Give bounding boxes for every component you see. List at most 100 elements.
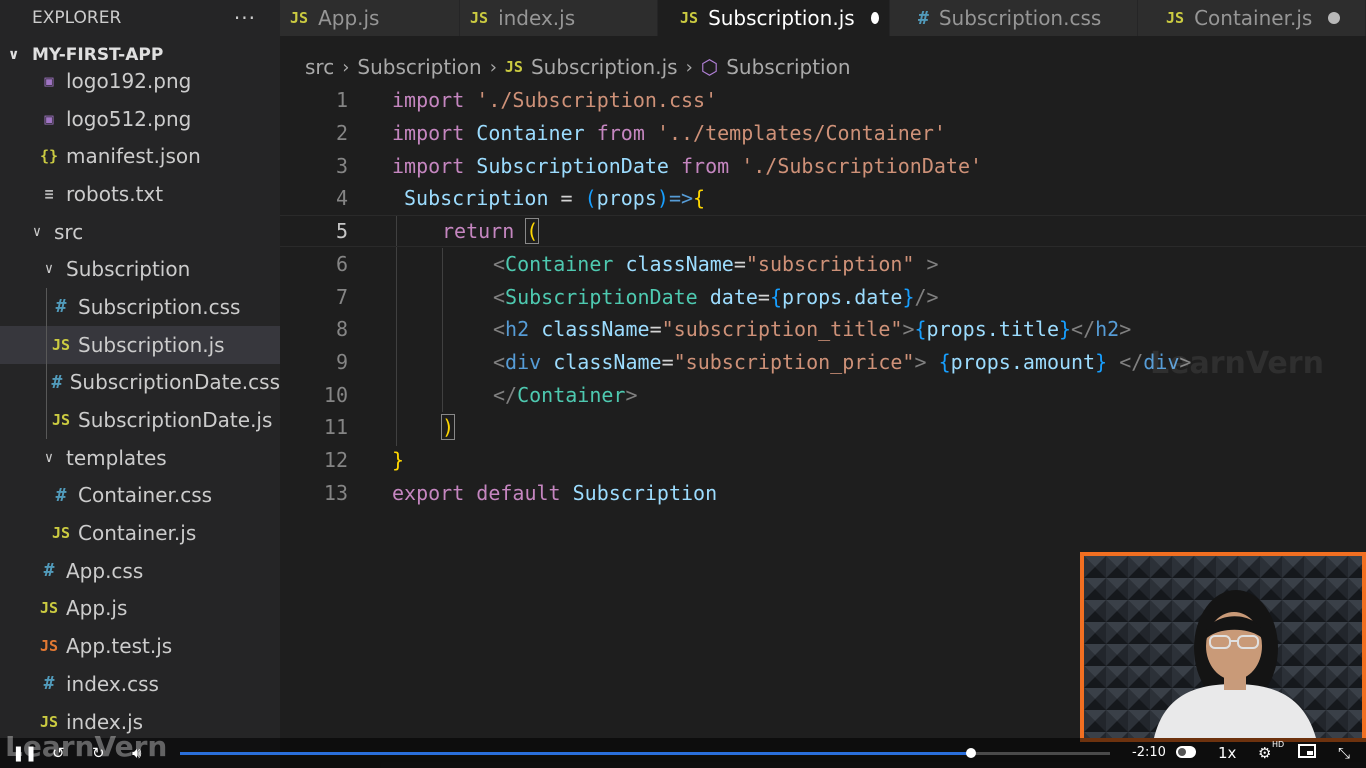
tree-item-manifest[interactable]: {} manifest.json bbox=[0, 137, 280, 175]
tree-item-container-css[interactable]: # Container.css bbox=[0, 477, 280, 515]
keyword-token: from bbox=[596, 121, 645, 146]
explorer-title: EXPLORER bbox=[32, 8, 122, 28]
attr-token: className bbox=[625, 251, 734, 276]
keyword-token: return bbox=[442, 219, 515, 244]
breadcrumb-src[interactable]: src bbox=[305, 55, 334, 79]
brace-token: { bbox=[693, 186, 706, 211]
arrow-token: => bbox=[668, 186, 694, 211]
tree-item-subscription-css[interactable]: # Subscription.css bbox=[0, 288, 280, 326]
tree-item-container-js[interactable]: JS Container.js bbox=[0, 514, 280, 552]
breadcrumb-symbol[interactable]: Subscription bbox=[726, 55, 850, 79]
tree-item-label: Container.js bbox=[78, 521, 197, 546]
code-line-13: 13 export default Subscription bbox=[280, 476, 1366, 509]
file-tree: ▣ logo192.png ▣ logo512.png {} manifest.… bbox=[0, 62, 280, 740]
angle-token: > bbox=[926, 251, 939, 276]
tree-item-subscriptiondate-js[interactable]: JS SubscriptionDate.js bbox=[0, 401, 280, 439]
js-icon: JS bbox=[680, 9, 699, 27]
string-token: "subscription" bbox=[745, 251, 915, 276]
tag-token: SubscriptionDate bbox=[505, 284, 698, 309]
tree-item-subscriptiondate-css[interactable]: # SubscriptionDate.css bbox=[0, 363, 280, 402]
line-number: 4 bbox=[335, 186, 348, 211]
tree-item-index-css[interactable]: # index.css bbox=[0, 665, 280, 703]
text-file-icon: ≡ bbox=[44, 184, 54, 203]
code-editor[interactable]: 1 import './Subscription.css' 2 import C… bbox=[280, 84, 1366, 524]
tree-item-logo512[interactable]: ▣ logo512.png bbox=[0, 100, 280, 138]
tree-item-robots[interactable]: ≡ robots.txt bbox=[0, 175, 280, 213]
chevron-down-icon: ∨ bbox=[32, 223, 42, 240]
tab-subscription-js[interactable]: JS Subscription.js bbox=[658, 0, 890, 36]
expression-token: props.amount bbox=[950, 349, 1096, 374]
tree-folder-src[interactable]: ∨ src bbox=[0, 213, 280, 251]
brace-token: } bbox=[1058, 317, 1072, 342]
symbol-cube-icon: ⬡ bbox=[700, 55, 719, 79]
angle-token: </ bbox=[1119, 349, 1144, 374]
pause-icon[interactable]: ❚❚ bbox=[12, 742, 37, 764]
tree-folder-templates[interactable]: ∨ templates bbox=[0, 439, 280, 477]
settings-gear-icon[interactable]: ⚙ bbox=[1258, 742, 1271, 764]
volume-icon[interactable]: 🔊︎ bbox=[132, 742, 141, 764]
identifier-token: Container bbox=[476, 121, 585, 146]
line-number: 11 bbox=[323, 415, 348, 440]
expression-token: props.date bbox=[782, 284, 903, 309]
fullscreen-icon[interactable]: ⤡ bbox=[1338, 742, 1350, 764]
attr-token: date bbox=[709, 284, 758, 309]
keyword-token: import bbox=[392, 121, 465, 146]
tree-item-app-css[interactable]: # App.css bbox=[0, 552, 280, 590]
webcam-overlay bbox=[1080, 552, 1366, 742]
unsaved-dot-icon[interactable] bbox=[1328, 12, 1341, 24]
tab-subscription-css[interactable]: # Subscription.css bbox=[890, 0, 1138, 36]
tree-item-logo192[interactable]: ▣ logo192.png bbox=[0, 62, 280, 100]
json-icon: {} bbox=[39, 147, 59, 166]
tree-item-label: logo512.png bbox=[66, 106, 192, 131]
explorer-sidebar: EXPLORER ··· ∨ MY-FIRST-APP ▣ logo192.pn… bbox=[0, 0, 280, 768]
tree-item-app-js[interactable]: JS App.js bbox=[0, 590, 280, 628]
tab-app-js[interactable]: JS App.js bbox=[280, 0, 460, 36]
operator-token: = bbox=[757, 284, 770, 309]
editor-tab-bar: JS App.js JS index.js JS Subscription.js… bbox=[280, 0, 1366, 36]
line-number: 12 bbox=[323, 448, 348, 473]
css-icon: # bbox=[55, 296, 67, 318]
angle-token: < bbox=[493, 284, 506, 309]
tag-token: h2 bbox=[1095, 317, 1120, 342]
angle-token: > bbox=[902, 317, 915, 342]
tree-item-subscription-js[interactable]: JS Subscription.js bbox=[0, 325, 280, 364]
time-remaining: -2:10 bbox=[1132, 745, 1166, 760]
keyword-token: import bbox=[392, 88, 465, 113]
unsaved-dot-icon[interactable] bbox=[870, 12, 879, 24]
js-icon: JS bbox=[51, 524, 71, 543]
hd-badge: HD bbox=[1272, 740, 1285, 749]
breadcrumb-folder[interactable]: Subscription bbox=[357, 55, 481, 79]
paren-token: ( bbox=[584, 186, 597, 211]
keyword-token: import bbox=[392, 153, 465, 178]
tab-index-js[interactable]: JS index.js bbox=[460, 0, 658, 36]
picture-in-picture-icon[interactable] bbox=[1298, 742, 1316, 764]
indent-guide bbox=[46, 288, 47, 326]
js-icon: JS bbox=[1166, 9, 1185, 27]
tree-item-app-test-js[interactable]: JS App.test.js bbox=[0, 627, 280, 665]
tab-label: Container.js bbox=[1194, 6, 1313, 30]
tree-item-label: index.css bbox=[66, 671, 159, 696]
paren-token: ) bbox=[440, 414, 456, 441]
line-number: 1 bbox=[335, 88, 348, 113]
indent-guide bbox=[46, 325, 47, 364]
operator-token: = bbox=[661, 349, 674, 374]
tab-container-js[interactable]: JS Container.js bbox=[1138, 0, 1366, 36]
breadcrumb-file[interactable]: Subscription.js bbox=[531, 55, 678, 79]
tree-item-label: Subscription.js bbox=[78, 332, 225, 357]
image-icon: ▣ bbox=[44, 71, 54, 90]
forward-icon[interactable]: ↻ bbox=[92, 742, 105, 764]
brace-token: } bbox=[1095, 349, 1108, 374]
image-icon: ▣ bbox=[44, 109, 54, 128]
string-token: '../templates/Container' bbox=[656, 121, 946, 146]
keyword-token: export bbox=[392, 480, 465, 505]
progress-thumb[interactable] bbox=[965, 748, 976, 758]
code-line-6: 6 <Container className="subscription" > bbox=[280, 248, 1366, 281]
param-token: props bbox=[596, 186, 657, 211]
autoplay-toggle-icon[interactable] bbox=[1176, 742, 1196, 764]
rewind-icon[interactable]: ↺ bbox=[52, 742, 65, 764]
more-actions-icon[interactable]: ··· bbox=[234, 6, 256, 30]
tree-folder-subscription[interactable]: ∨ Subscription bbox=[0, 250, 280, 288]
angle-token: < bbox=[493, 317, 506, 342]
tag-token: Container bbox=[517, 382, 626, 407]
playback-speed-button[interactable]: 1x bbox=[1218, 742, 1236, 764]
